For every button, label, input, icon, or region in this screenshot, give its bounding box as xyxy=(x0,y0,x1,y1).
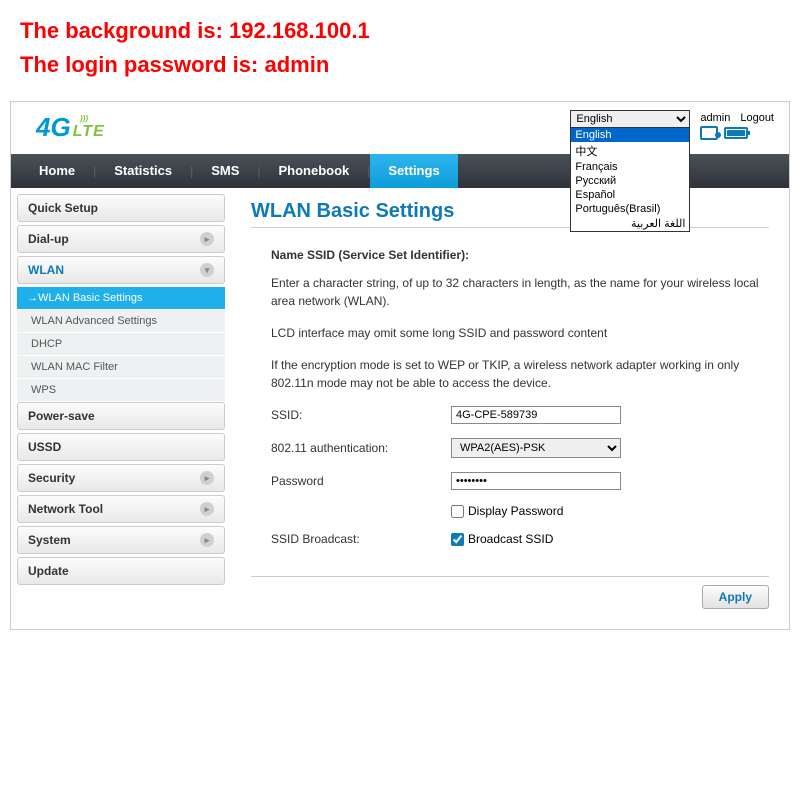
display-password-checkbox[interactable] xyxy=(451,505,464,518)
sidebar-wps[interactable]: WPS xyxy=(17,379,225,401)
language-dropdown[interactable]: English English 中文 Français Русский Espa… xyxy=(570,110,690,232)
chevron-down-icon: ▾ xyxy=(200,263,214,277)
sidebar-dhcp[interactable]: DHCP xyxy=(17,333,225,355)
lang-opt-french[interactable]: Français xyxy=(571,160,689,174)
logout-link[interactable]: Logout xyxy=(740,112,774,124)
chevron-icon: ▸ xyxy=(200,533,214,547)
chevron-icon: ▸ xyxy=(200,232,214,246)
nav-settings[interactable]: Settings xyxy=(370,154,457,188)
nav-statistics[interactable]: Statistics xyxy=(96,154,190,188)
router-admin-window: 4G)))LTE English English 中文 Français Рус… xyxy=(10,101,790,630)
lang-opt-arabic[interactable]: اللغة العربية xyxy=(571,216,689,231)
chevron-icon: ▸ xyxy=(200,471,214,485)
header-right-group: admin Logout xyxy=(700,110,774,140)
main-content: WLAN Basic Settings Name SSID (Service S… xyxy=(231,188,789,629)
header-right: English English 中文 Français Русский Espa… xyxy=(570,110,774,232)
lang-opt-portuguese[interactable]: Português(Brasil) xyxy=(571,202,689,216)
chevron-icon: ▸ xyxy=(200,502,214,516)
nav-sms[interactable]: SMS xyxy=(193,154,257,188)
desc-1: Enter a character string, of up to 32 ch… xyxy=(271,274,769,310)
auth-label: 802.11 authentication: xyxy=(271,441,451,455)
nav-phonebook[interactable]: Phonebook xyxy=(260,154,367,188)
apply-button[interactable]: Apply xyxy=(702,585,769,609)
sidebar-wlan[interactable]: WLAN▾ xyxy=(17,256,225,284)
lang-opt-chinese[interactable]: 中文 xyxy=(571,142,689,160)
lang-opt-russian[interactable]: Русский xyxy=(571,174,689,188)
sidebar-update[interactable]: Update xyxy=(17,557,225,585)
ssid-label: SSID: xyxy=(271,408,451,422)
header: 4G)))LTE English English 中文 Français Рус… xyxy=(11,102,789,154)
password-label: Password xyxy=(271,474,451,488)
language-options-list: English 中文 Français Русский Español Port… xyxy=(571,128,689,231)
annotation-overlay: The background is: 192.168.100.1 The log… xyxy=(0,0,800,96)
auth-select[interactable]: WPA2(AES)-PSK xyxy=(451,438,621,458)
ssid-heading: Name SSID (Service Set Identifier): xyxy=(271,246,769,264)
desc-2: LCD interface may omit some long SSID an… xyxy=(271,324,769,342)
annotation-line1: The background is: 192.168.100.1 xyxy=(20,18,780,44)
device-icon xyxy=(700,126,718,140)
broadcast-ssid-label: Broadcast SSID xyxy=(468,532,553,546)
sidebar-quick-setup[interactable]: Quick Setup xyxy=(17,194,225,222)
sidebar-security[interactable]: Security▸ xyxy=(17,464,225,492)
sidebar-ussd[interactable]: USSD xyxy=(17,433,225,461)
sidebar-system[interactable]: System▸ xyxy=(17,526,225,554)
battery-icon xyxy=(724,127,748,139)
broadcast-ssid-checkbox[interactable] xyxy=(451,533,464,546)
sidebar-dialup[interactable]: Dial-up▸ xyxy=(17,225,225,253)
language-select[interactable]: English xyxy=(571,111,689,128)
sidebar-wlan-basic[interactable]: →WLAN Basic Settings xyxy=(17,287,225,309)
broadcast-label: SSID Broadcast: xyxy=(271,532,451,546)
sidebar-powersave[interactable]: Power-save xyxy=(17,402,225,430)
sidebar-wlan-advanced[interactable]: WLAN Advanced Settings xyxy=(17,310,225,332)
sidebar-network-tool[interactable]: Network Tool▸ xyxy=(17,495,225,523)
lang-opt-spanish[interactable]: Español xyxy=(571,188,689,202)
annotation-line2: The login password is: admin xyxy=(20,52,780,78)
logo-4g-lte: 4G)))LTE xyxy=(36,112,105,143)
desc-3: If the encryption mode is set to WEP or … xyxy=(271,356,769,392)
lang-opt-english[interactable]: English xyxy=(571,128,689,142)
display-password-label: Display Password xyxy=(468,504,563,518)
sidebar-wlan-mac-filter[interactable]: WLAN MAC Filter xyxy=(17,356,225,378)
ssid-input[interactable] xyxy=(451,406,621,424)
username-label[interactable]: admin xyxy=(700,112,730,124)
sidebar: Quick Setup Dial-up▸ WLAN▾ →WLAN Basic S… xyxy=(11,188,231,629)
password-input[interactable] xyxy=(451,472,621,490)
nav-home[interactable]: Home xyxy=(21,154,93,188)
